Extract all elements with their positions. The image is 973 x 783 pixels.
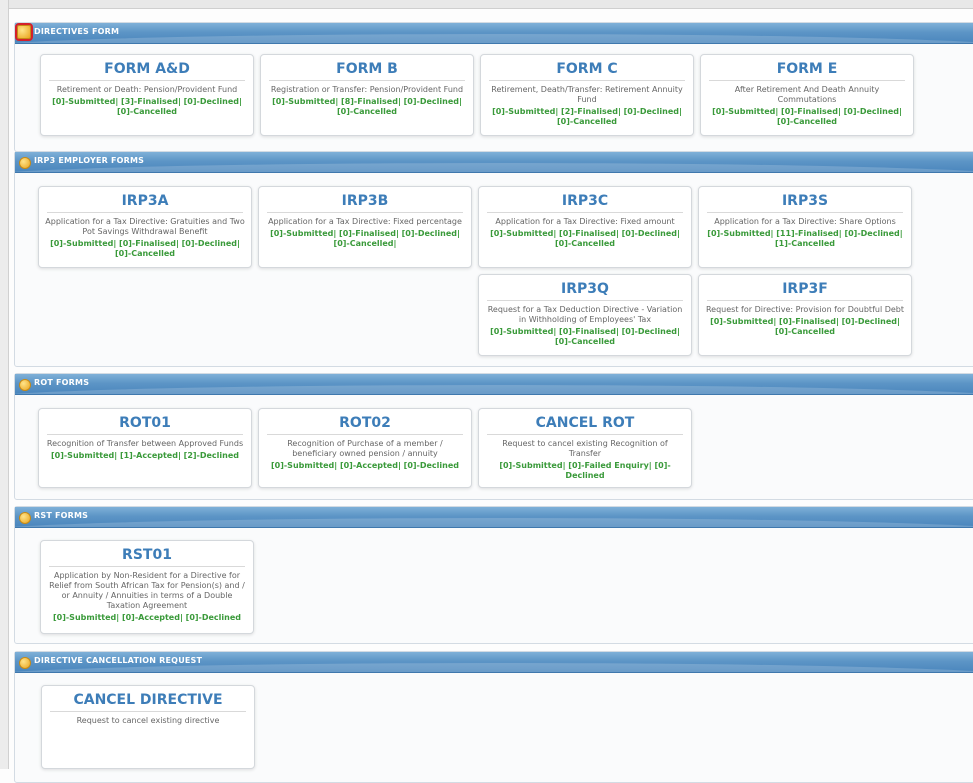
card-status: [0]-Submitted| [1]-Accepted| [2]-Decline… [50,451,240,460]
card-status: [0]-Submitted| [0]-Finalised| [0]-Declin… [490,327,680,346]
form-card-cancel-rot[interactable]: CANCEL ROT Request to cancel existing Re… [478,408,692,488]
section-title: DIRECTIVES FORM [34,27,120,36]
card-title[interactable]: IRP3C [487,193,683,213]
card-title[interactable]: FORM C [489,61,685,81]
card-status: [0]-Submitted| [0]-Finalised| [0]-Declin… [710,317,900,336]
form-card-form-ad[interactable]: FORM A&D Retirement or Death: Pension/Pr… [40,54,254,136]
card-description: Retirement or Death: Pension/Provident F… [56,85,238,94]
section-rst-forms: RST FORMS RST01 Application by Non-Resid… [14,506,973,644]
form-card-irp3b[interactable]: IRP3B Application for a Tax Directive: F… [258,186,472,268]
section-directives-form: DIRECTIVES FORM FORM A&D Retirement or D… [14,22,973,152]
card-status: [0]-Submitted| [0]-Failed Enquiry| [0]-D… [499,461,671,480]
card-description: Application for a Tax Directive: Share O… [714,217,896,226]
section-title: ROT FORMS [34,378,90,387]
gold-circle-icon[interactable] [19,512,31,524]
card-description: Application for a Tax Directive: Gratuit… [45,217,245,236]
window-left-border [0,0,9,769]
section-header[interactable]: DIRECTIVE CANCELLATION REQUEST [15,652,973,673]
form-card-form-e[interactable]: FORM E After Retirement And Death Annuit… [700,54,914,136]
card-description: Request for Directive: Provision for Dou… [705,305,905,314]
card-status: [0]-Submitted| [2]-Finalised| [0]-Declin… [492,107,682,126]
gold-circle-icon[interactable] [15,23,33,41]
window-top-border [0,0,973,9]
card-description: Request to cancel existing directive [76,716,220,725]
card-status: [0]-Submitted| [3]-Finalised| [0]-Declin… [52,97,242,116]
card-status: [0]-Submitted| [0]-Accepted| [0]-Decline… [270,461,460,470]
form-card-rot01[interactable]: ROT01 Recognition of Transfer between Ap… [38,408,252,488]
section-header[interactable]: IRP3 EMPLOYER FORMS [15,152,973,173]
card-title[interactable]: IRP3B [267,193,463,213]
gold-circle-icon[interactable] [19,657,31,669]
form-card-rst01[interactable]: RST01 Application by Non-Resident for a … [40,540,254,634]
card-description: After Retirement And Death Annuity Commu… [734,85,880,104]
card-status: [0]-Submitted| [8]-Finalised| [0]-Declin… [272,97,462,116]
gold-circle-icon[interactable] [19,379,31,391]
card-status: [0]-Submitted| [0]-Finalised| [0]-Declin… [490,229,680,248]
form-card-irp3c[interactable]: IRP3C Application for a Tax Directive: F… [478,186,692,268]
card-status: [0]-Submitted| [0]-Finalised| [0]-Declin… [270,229,460,248]
section-title: IRP3 EMPLOYER FORMS [34,156,145,165]
section-header[interactable]: RST FORMS [15,507,973,528]
card-title[interactable]: IRP3F [707,281,903,301]
card-description: Registration or Transfer: Pension/Provid… [270,85,464,94]
form-card-cancel-directive[interactable]: CANCEL DIRECTIVE Request to cancel exist… [41,685,255,769]
card-status: [0]-Submitted| [11]-Finalised| [0]-Decli… [707,229,903,248]
form-card-form-c[interactable]: FORM C Retirement, Death/Transfer: Retir… [480,54,694,136]
section-header[interactable]: DIRECTIVES FORM [15,23,973,44]
card-title[interactable]: CANCEL DIRECTIVE [50,692,246,712]
form-card-irp3q[interactable]: IRP3Q Request for a Tax Deduction Direct… [478,274,692,356]
gold-circle-icon[interactable] [19,157,31,169]
section-title: RST FORMS [34,511,89,520]
card-title[interactable]: IRP3A [47,193,243,213]
form-card-irp3s[interactable]: IRP3S Application for a Tax Directive: S… [698,186,912,268]
card-title[interactable]: ROT01 [47,415,243,435]
card-description: Retirement, Death/Transfer: Retirement A… [491,85,683,104]
card-description: Application for a Tax Directive: Fixed p… [268,217,462,226]
card-title[interactable]: FORM B [269,61,465,81]
form-card-irp3f[interactable]: IRP3F Request for Directive: Provision f… [698,274,912,356]
card-description: Request to cancel existing Recognition o… [502,439,668,458]
section-title: DIRECTIVE CANCELLATION REQUEST [34,656,203,665]
section-rot-forms: ROT FORMS ROT01 Recognition of Transfer … [14,373,973,500]
card-title[interactable]: FORM A&D [49,61,245,81]
form-card-rot02[interactable]: ROT02 Recognition of Purchase of a membe… [258,408,472,488]
card-status: [0]-Submitted| [0]-Accepted| [0]-Decline… [52,613,242,622]
form-card-form-b[interactable]: FORM B Registration or Transfer: Pension… [260,54,474,136]
card-title[interactable]: RST01 [49,547,245,567]
card-description: Application by Non-Resident for a Direct… [49,571,245,610]
section-irp3-employer-forms: IRP3 EMPLOYER FORMS IRP3A Application fo… [14,151,973,367]
card-description: Recognition of Transfer between Approved… [46,439,244,448]
card-status: [0]-Submitted| [0]-Finalised| [0]-Declin… [712,107,902,126]
card-title[interactable]: CANCEL ROT [487,415,683,435]
card-title[interactable]: IRP3S [707,193,903,213]
section-header[interactable]: ROT FORMS [15,374,973,395]
card-description: Application for a Tax Directive: Fixed a… [495,217,675,226]
card-title[interactable]: FORM E [709,61,905,81]
card-title[interactable]: IRP3Q [487,281,683,301]
card-description: Recognition of Purchase of a member / be… [287,439,443,458]
section-directive-cancellation-request: DIRECTIVE CANCELLATION REQUEST CANCEL DI… [14,651,973,783]
form-card-irp3a[interactable]: IRP3A Application for a Tax Directive: G… [38,186,252,268]
card-status: [0]-Submitted| [0]-Finalised| [0]-Declin… [50,239,240,258]
card-title[interactable]: ROT02 [267,415,463,435]
card-description: Request for a Tax Deduction Directive - … [487,305,683,324]
